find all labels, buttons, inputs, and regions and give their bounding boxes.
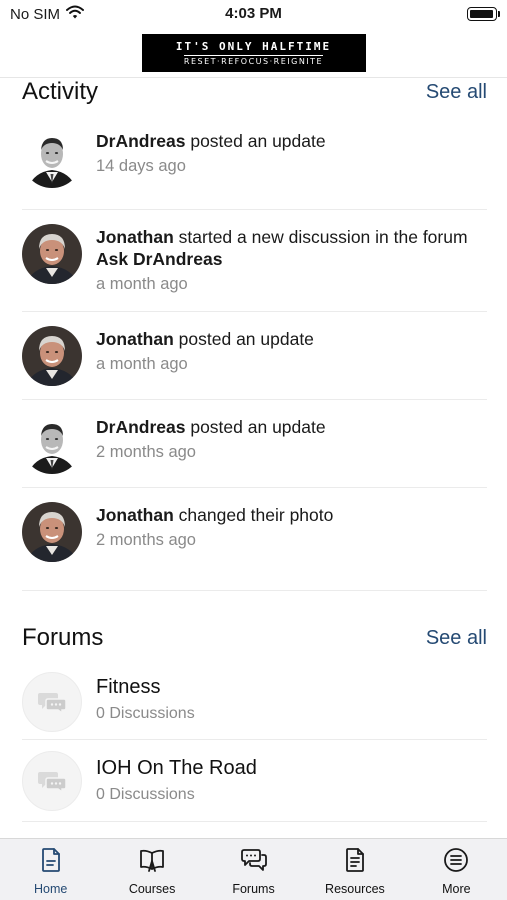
- avatar[interactable]: [22, 414, 82, 474]
- forum-item[interactable]: IOH On The Road 0 Discussions: [22, 740, 487, 822]
- activity-author[interactable]: Jonathan: [96, 329, 174, 349]
- tab-home[interactable]: Home: [0, 839, 101, 900]
- tab-resources[interactable]: Resources: [304, 839, 405, 900]
- logo-title: IT'S ONLY HALFTIME: [175, 39, 332, 53]
- activity-description: DrAndreas posted an update: [96, 130, 326, 152]
- forums-see-all-link[interactable]: See all: [426, 627, 487, 650]
- tab-forums[interactable]: Forums: [203, 839, 304, 900]
- forum-name[interactable]: IOH On The Road: [96, 757, 257, 780]
- activity-description: Jonathan started a new discussion in the…: [96, 226, 487, 270]
- avatar[interactable]: [22, 224, 82, 284]
- bottom-tab-bar: Home Courses Forums Resources More: [0, 838, 507, 900]
- activity-timestamp: 2 months ago: [96, 531, 196, 549]
- forum-item[interactable]: Fitness 0 Discussions: [22, 672, 487, 740]
- activity-text: Jonathan started a new discussion in the…: [96, 210, 487, 295]
- tab-courses[interactable]: Courses: [101, 839, 202, 900]
- activity-item[interactable]: DrAndreas posted an update 2 months ago: [22, 400, 487, 488]
- activity-timestamp: a month ago: [96, 355, 188, 373]
- section-divider: [22, 590, 487, 591]
- activity-author[interactable]: Jonathan: [96, 505, 174, 525]
- forums-section-header: Forums See all: [22, 624, 487, 652]
- activity-text: Jonathan changed their photo 2 months ago: [96, 488, 333, 551]
- more-menu-icon: [443, 847, 469, 878]
- activity-text: Jonathan posted an update a month ago: [96, 312, 314, 375]
- activity-action: posted an update: [185, 417, 326, 437]
- carrier-label: No SIM: [10, 5, 61, 23]
- forum-discussion-count: 0 Discussions: [96, 705, 195, 722]
- battery-fill: [470, 10, 493, 18]
- forum-chat-icon: [22, 750, 82, 811]
- forum-info: IOH On The Road 0 Discussions: [96, 757, 257, 804]
- activity-item[interactable]: Jonathan started a new discussion in the…: [22, 210, 487, 312]
- forum-list: Fitness 0 Discussions IOH On The Road 0 Dis…: [22, 672, 487, 822]
- activity-item[interactable]: DrAndreas posted an update 14 days ago: [22, 128, 487, 210]
- activity-target-forum[interactable]: Ask DrAndreas: [96, 249, 222, 269]
- forum-info: Fitness 0 Discussions: [96, 672, 195, 723]
- activity-action: started a new discussion in the forum: [173, 227, 468, 247]
- app-header: IT'S ONLY HALFTIME RESET·REFOCUS·REIGNIT…: [0, 28, 507, 78]
- activity-text: DrAndreas posted an update 2 months ago: [96, 400, 326, 463]
- activity-description: Jonathan changed their photo: [96, 504, 333, 526]
- activity-author[interactable]: DrAndreas: [96, 417, 185, 437]
- activity-list: DrAndreas posted an update 14 days ago Jon…: [22, 118, 487, 576]
- status-left: No SIM: [10, 5, 85, 23]
- activity-description: DrAndreas posted an update: [96, 416, 326, 438]
- activity-timestamp: a month ago: [96, 275, 188, 293]
- activity-timestamp: 2 months ago: [96, 443, 196, 461]
- activity-title: Activity: [22, 78, 99, 105]
- activity-timestamp: 14 days ago: [96, 157, 186, 175]
- wifi-icon: [66, 5, 85, 23]
- tab-label: Forums: [232, 882, 275, 896]
- activity-item[interactable]: Jonathan posted an update a month ago: [22, 312, 487, 400]
- tab-more[interactable]: More: [406, 839, 507, 900]
- activity-see-all-link[interactable]: See all: [426, 81, 487, 104]
- battery-icon: [467, 7, 500, 21]
- forum-name[interactable]: Fitness: [96, 676, 195, 699]
- status-bar: No SIM: [0, 0, 507, 28]
- avatar[interactable]: [22, 128, 82, 188]
- forum-chat-icon: [22, 672, 82, 732]
- activity-author[interactable]: Jonathan: [96, 227, 174, 247]
- tab-label: Resources: [325, 882, 385, 896]
- forums-chat-icon: [240, 847, 268, 878]
- forums-title: Forums: [22, 624, 104, 651]
- tab-label: Home: [34, 882, 68, 896]
- courses-book-icon: [138, 847, 166, 878]
- home-doc-icon: [38, 847, 64, 878]
- avatar[interactable]: [22, 502, 82, 562]
- tab-label: More: [442, 882, 471, 896]
- avatar[interactable]: [22, 326, 82, 386]
- activity-action: posted an update: [185, 131, 326, 151]
- activity-author[interactable]: DrAndreas: [96, 131, 185, 151]
- resources-doc-icon: [342, 847, 368, 878]
- activity-item[interactable]: Jonathan changed their photo 2 months ago: [22, 488, 487, 576]
- brand-logo[interactable]: IT'S ONLY HALFTIME RESET·REFOCUS·REIGNIT…: [141, 33, 366, 72]
- tab-label: Courses: [128, 882, 176, 896]
- forum-discussion-count: 0 Discussions: [96, 786, 195, 803]
- activity-description: Jonathan posted an update: [96, 328, 314, 350]
- activity-action: changed their photo: [173, 505, 334, 525]
- activity-action: posted an update: [173, 329, 314, 349]
- activity-text: DrAndreas posted an update 14 days ago: [96, 128, 326, 177]
- logo-tagline: RESET·REFOCUS·REIGNITE: [183, 54, 324, 66]
- activity-section-header: Activity See all: [22, 78, 487, 106]
